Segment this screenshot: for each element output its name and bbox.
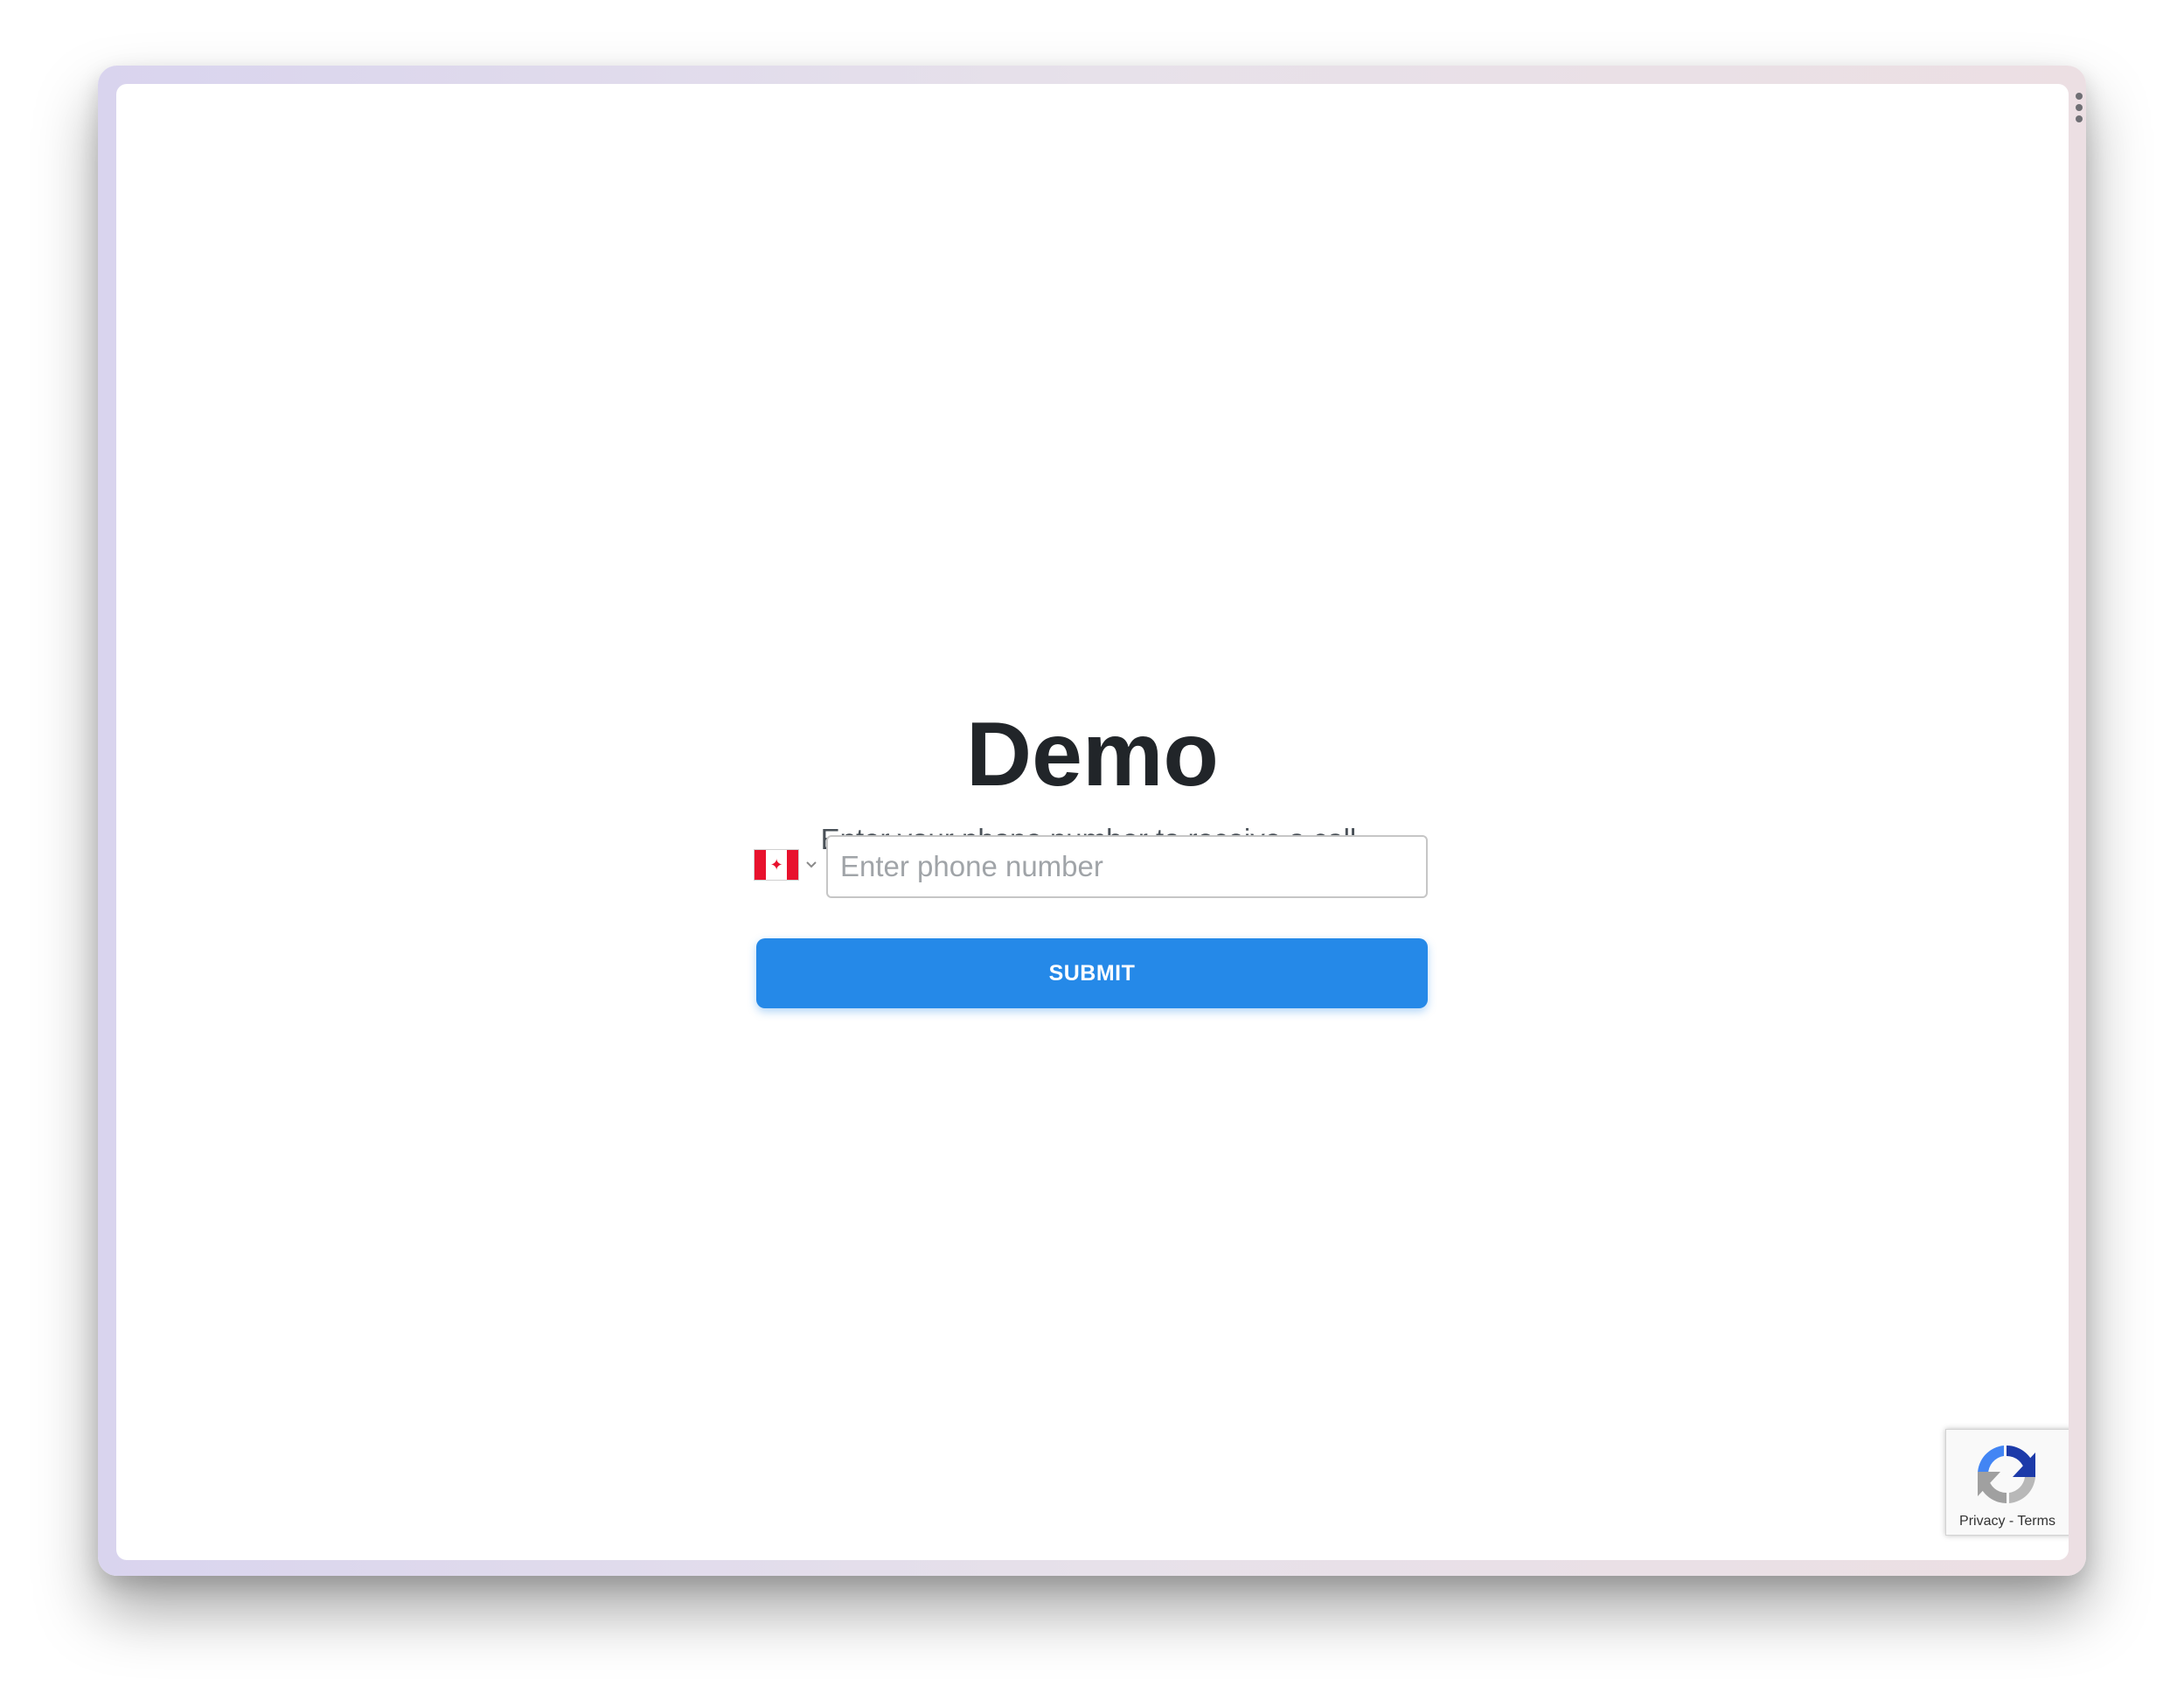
country-selector[interactable]: ✦	[754, 845, 818, 885]
recaptcha-separator: -	[2005, 1514, 2018, 1529]
privacy-link[interactable]: Privacy	[1959, 1514, 2005, 1529]
submit-button[interactable]: SUBMIT	[756, 938, 1428, 1008]
recaptcha-icon	[1972, 1440, 2041, 1508]
recaptcha-badge[interactable]: Privacy - Terms	[1945, 1429, 2069, 1536]
terms-link[interactable]: Terms	[2017, 1514, 2055, 1529]
recaptcha-links: Privacy - Terms	[1946, 1514, 2069, 1529]
chevron-down-icon	[804, 858, 818, 872]
browser-window: Demo Enter your phone number to receive …	[116, 84, 2069, 1560]
more-options-icon[interactable]	[2074, 93, 2084, 122]
phone-number-input[interactable]	[826, 835, 1428, 898]
canada-flag-icon: ✦	[754, 849, 800, 881]
page-title: Demo	[966, 704, 1219, 805]
